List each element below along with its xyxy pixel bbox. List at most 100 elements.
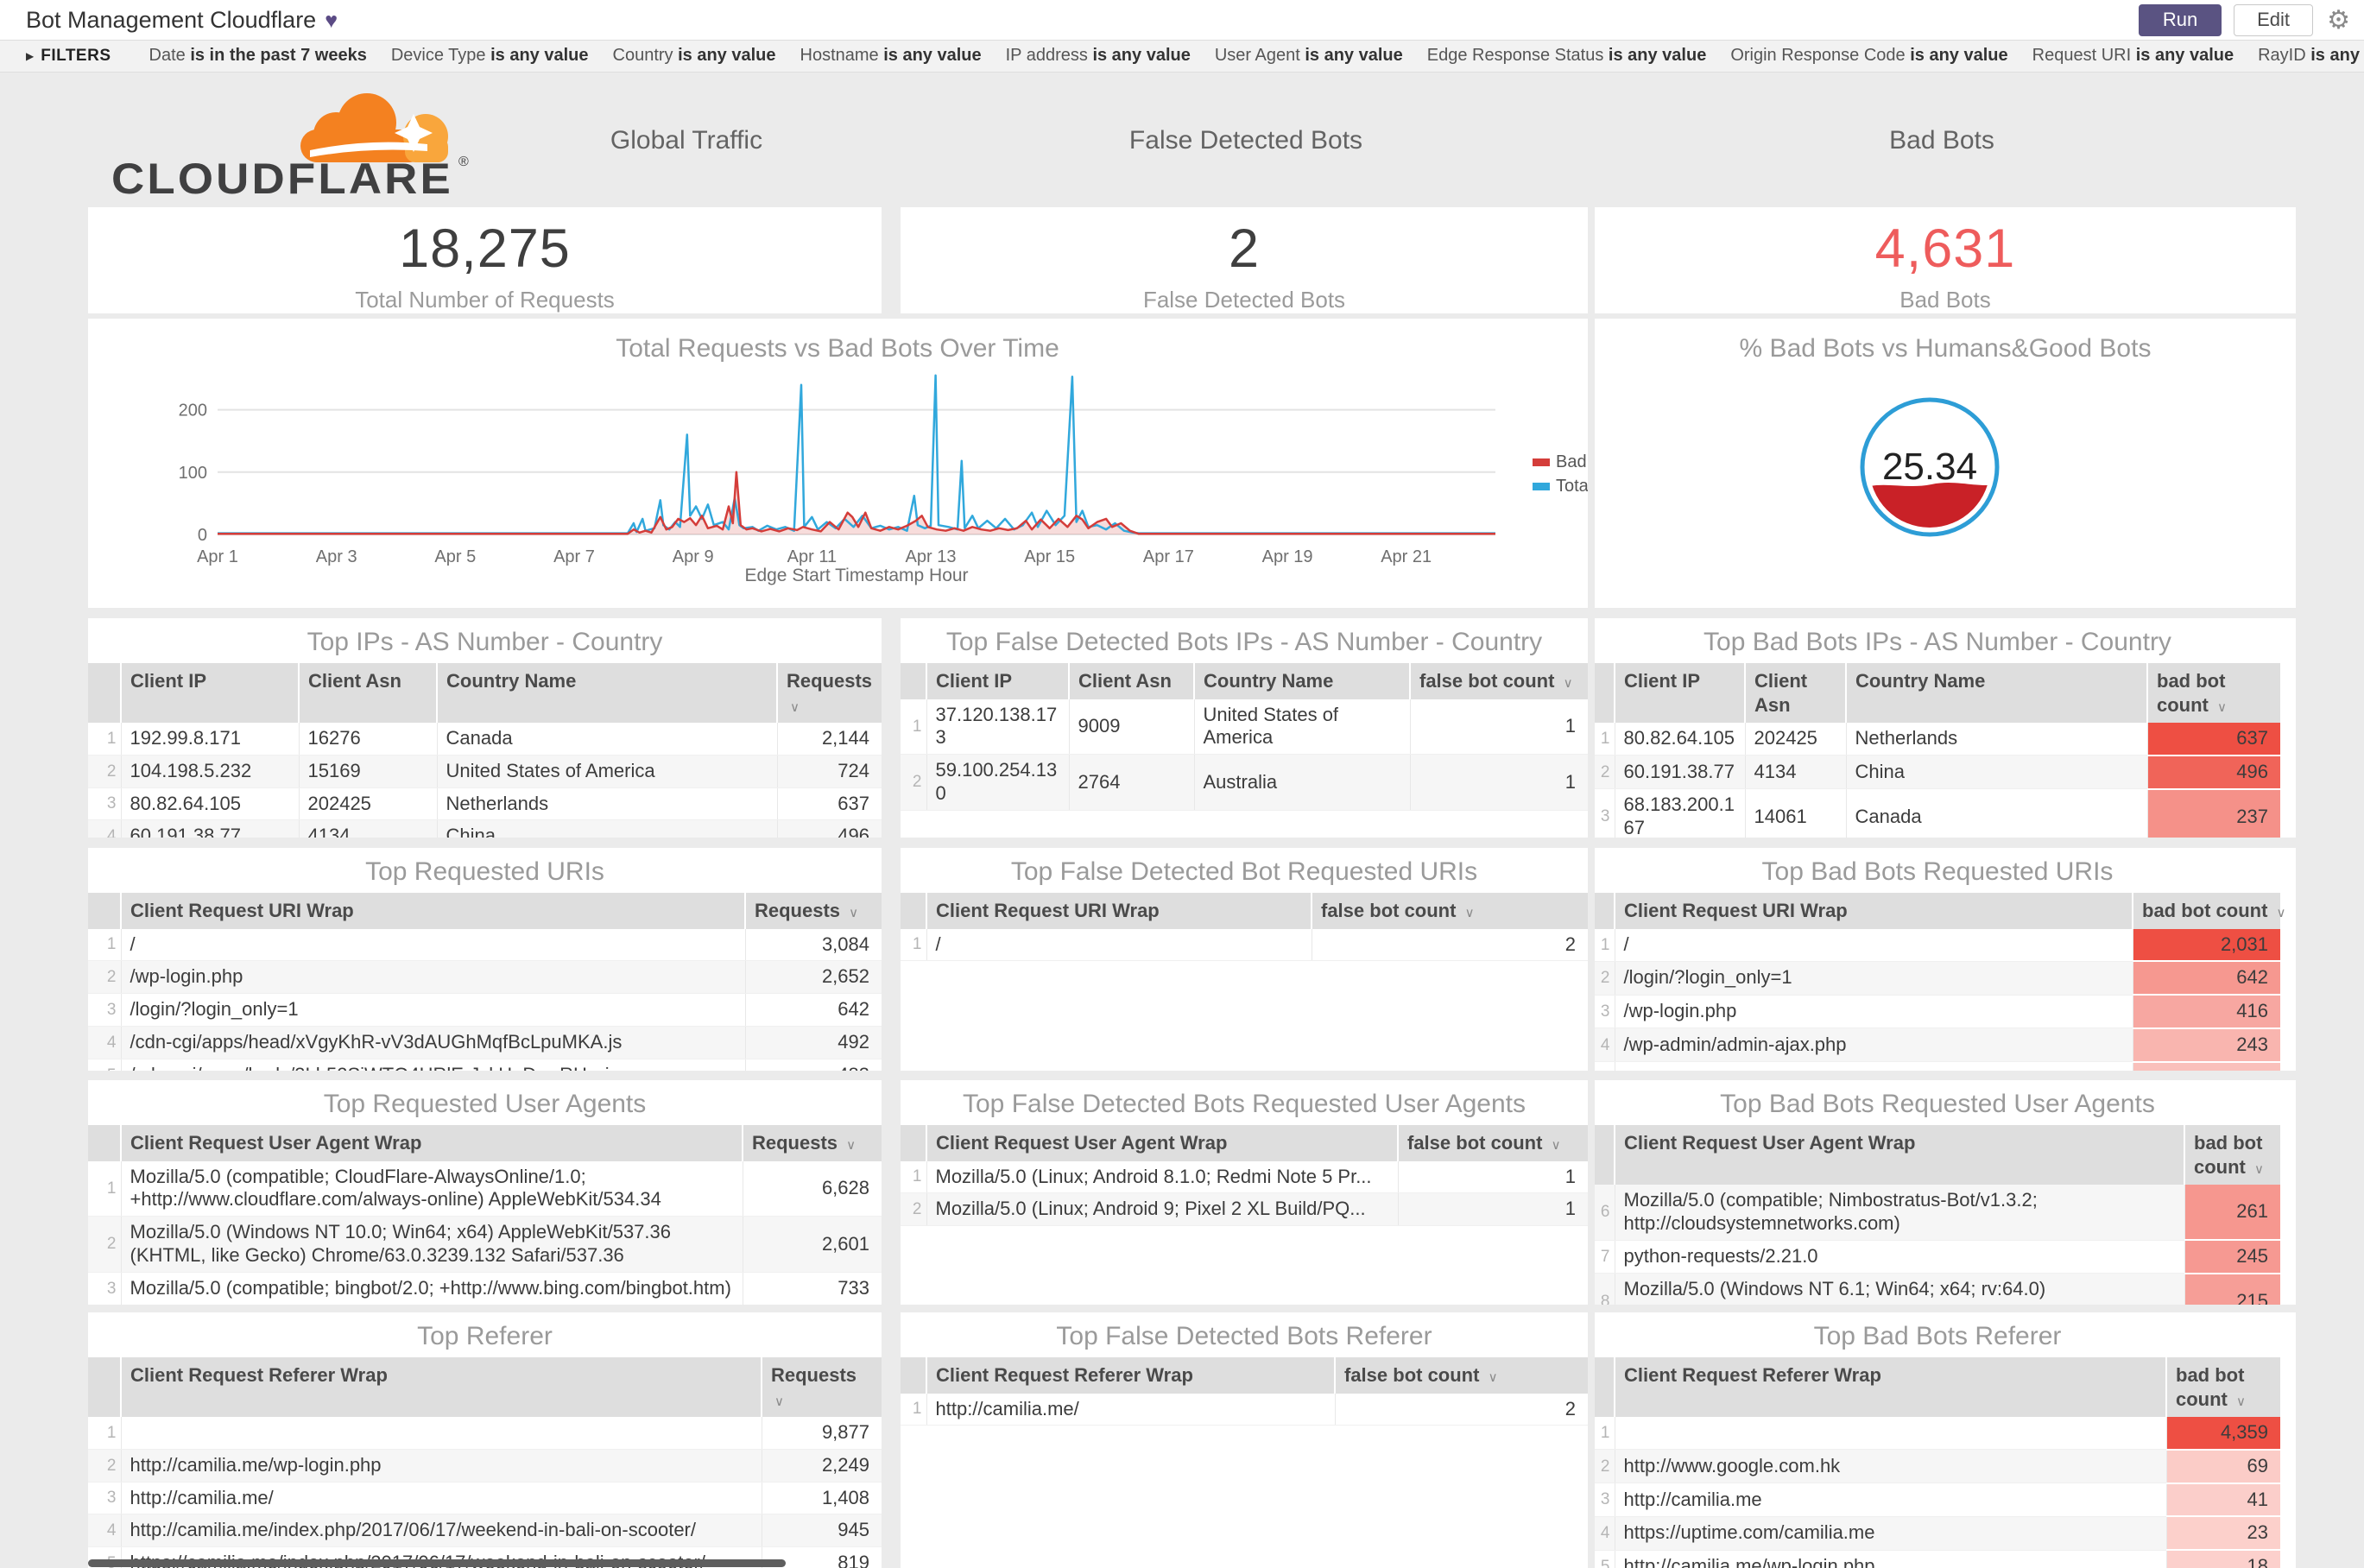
column-header[interactable]: bad bot count ∨	[2146, 663, 2280, 723]
sort-desc-icon[interactable]: ∨	[849, 906, 858, 920]
row-number: 1	[88, 1160, 121, 1217]
run-button[interactable]: Run	[2139, 3, 2222, 36]
column-header[interactable]: Client Request URI Wrap	[1614, 893, 2133, 929]
table-row: 4/cdn-cgi/apps/head/xVgyKhR-vV3dAUGhMqfB…	[88, 1026, 882, 1059]
table-cell: /wp-login.php	[1614, 995, 2133, 1029]
table-cell: 1,408	[761, 1482, 882, 1515]
y-tick-label: 100	[179, 464, 207, 483]
section-title-bad-bots: Bad Bots	[1889, 126, 1994, 155]
kpi-value: 18,275	[399, 218, 571, 279]
timeseries-chart-canvas: Total Requests vs Bad Bots Over Time 0 100…	[179, 334, 1588, 585]
data-table: Client Request Referer Wrap Requests ∨ 1 9,…	[88, 1357, 882, 1568]
horizontal-scrollbar[interactable]	[88, 1559, 786, 1567]
column-header[interactable]: Country Name	[1845, 663, 2147, 723]
column-header[interactable]: Client Asn	[1068, 663, 1194, 699]
table-cell: Mozilla/5.0 (Windows NT 10.0; Win64; x64…	[120, 1216, 743, 1273]
row-number: 3	[88, 1482, 121, 1515]
data-table: Client Request Referer Wrap false bot cou…	[901, 1357, 1588, 1426]
column-header[interactable]: Client Request Referer Wrap	[1614, 1357, 2166, 1417]
column-header[interactable]: Requests ∨	[742, 1125, 882, 1161]
column-header[interactable]: bad bot count ∨	[2132, 893, 2286, 929]
column-header[interactable]: bad bot count ∨	[2184, 1125, 2280, 1185]
row-number: 3	[88, 993, 121, 1027]
filters-label[interactable]: FILTERS	[41, 47, 111, 66]
column-header[interactable]: Client Request User Agent Wrap	[120, 1125, 743, 1161]
filter-chip[interactable]: IP address is any value	[1006, 46, 1191, 66]
x-tick-label: Apr 9	[673, 547, 714, 566]
sort-desc-icon[interactable]: ∨	[2277, 906, 2286, 920]
row-number: 4	[88, 1026, 121, 1059]
table-cell: 2764	[1068, 754, 1194, 811]
table-cell: http://camilia.me/	[120, 1482, 762, 1515]
column-header[interactable]: false bot count ∨	[1334, 1357, 1588, 1394]
table-title: Top Bad Bots Requested User Agents	[1720, 1090, 2155, 1118]
column-header[interactable]: Requests ∨	[744, 893, 882, 929]
column-header[interactable]: Client Request User Agent Wrap	[926, 1125, 1398, 1161]
table-cell: 733	[742, 1272, 882, 1305]
edit-button[interactable]: Edit	[2234, 3, 2314, 36]
sort-desc-icon[interactable]: ∨	[1552, 1138, 1561, 1153]
column-header[interactable]: Client IP	[120, 663, 299, 723]
filter-chip[interactable]: Edge Response Status is any value	[1427, 46, 1707, 66]
sort-desc-icon[interactable]: ∨	[2254, 1162, 2264, 1177]
filter-chip[interactable]: Device Type is any value	[391, 46, 589, 66]
table-cell: 724	[776, 755, 882, 788]
table-row: 2/wp-login.php 2,652	[88, 960, 882, 995]
sort-desc-icon[interactable]: ∨	[1564, 676, 1573, 691]
filter-chip[interactable]: RayID is any value	[2258, 46, 2364, 66]
filter-chip[interactable]: Request URI is any value	[2032, 46, 2234, 66]
column-header[interactable]: false bot count ∨	[1409, 663, 1588, 699]
column-header[interactable]: Client Asn	[298, 663, 437, 723]
column-header[interactable]: Country Name	[1193, 663, 1410, 699]
row-number: 4	[88, 819, 121, 838]
sort-desc-icon[interactable]: ∨	[1465, 906, 1475, 920]
column-header[interactable]: bad bot count ∨	[2165, 1357, 2280, 1417]
column-header[interactable]: Client Request URI Wrap	[120, 893, 745, 929]
column-header[interactable]: false bot count ∨	[1311, 893, 1588, 929]
table-cell: 237	[2146, 788, 2280, 838]
column-header[interactable]: Client Asn	[1744, 663, 1846, 723]
table-top-false-bot-uris: Top False Detected Bot Requested URIs Cli…	[901, 848, 1588, 1071]
table-cell: 68.183.200.167	[1614, 788, 1745, 838]
filters-expand-icon[interactable]: ▶	[26, 50, 34, 62]
data-table: Client IP Client Asn Country Name bad bot c…	[1595, 663, 2280, 838]
column-header[interactable]: Client Request URI Wrap	[926, 893, 1312, 929]
sort-desc-icon[interactable]: ∨	[2236, 1394, 2246, 1409]
table-row: 5/cdn-cgi/apps/body/3Lh52SjWTQ4HRlErJykH…	[88, 1059, 882, 1071]
filter-chip[interactable]: User Agent is any value	[1215, 46, 1403, 66]
column-header[interactable]: false bot count ∨	[1397, 1125, 1588, 1161]
column-header[interactable]: Client Request Referer Wrap	[926, 1357, 1335, 1394]
legend-swatch	[1533, 458, 1550, 466]
gear-icon[interactable]: ⚙	[2327, 5, 2350, 35]
table-row: 1/3,084	[88, 928, 882, 962]
table-cell: 3,084	[744, 928, 882, 962]
column-header[interactable]: Country Name	[436, 663, 777, 723]
logo-registered-mark: ®	[458, 155, 469, 169]
sort-desc-icon[interactable]: ∨	[790, 700, 800, 715]
filter-chip[interactable]: Date is in the past 7 weeks	[149, 46, 367, 66]
column-header[interactable]: Client IP	[926, 663, 1069, 699]
column-header[interactable]: Client IP	[1614, 663, 1745, 723]
filter-chip[interactable]: Origin Response Code is any value	[1730, 46, 2007, 66]
x-tick-label: Apr 7	[553, 547, 595, 566]
sort-desc-icon[interactable]: ∨	[1489, 1370, 1498, 1385]
table-cell: 2,601	[742, 1216, 882, 1273]
table-top-bad-bot-uris: Top Bad Bots Requested URIs Client Reques…	[1595, 848, 2296, 1071]
row-number: 1	[901, 1160, 926, 1194]
column-header[interactable]: Requests ∨	[761, 1357, 882, 1417]
table-cell: http://camilia.me/	[926, 1393, 1335, 1426]
table-cell: Mozilla/5.0 (compatible; bingbot/2.0; +h…	[120, 1272, 743, 1305]
gauge-bad-bots-percent: % Bad Bots vs Humans&Good Bots 25.34	[1595, 319, 2296, 608]
sort-desc-icon[interactable]: ∨	[846, 1138, 856, 1153]
filter-chip[interactable]: Hostname is any value	[800, 46, 982, 66]
filter-chip[interactable]: Country is any value	[613, 46, 776, 66]
legend-label: Bad Bots	[1556, 452, 1588, 471]
sort-desc-icon[interactable]: ∨	[774, 1394, 784, 1409]
column-header[interactable]: Requests ∨	[776, 663, 882, 723]
column-header[interactable]: Client Request User Agent Wrap	[1614, 1125, 2184, 1185]
sort-desc-icon[interactable]: ∨	[2217, 700, 2227, 715]
table-cell: China	[436, 819, 777, 838]
column-header[interactable]: Client Request Referer Wrap	[120, 1357, 762, 1417]
table-cell: 1	[1397, 1192, 1588, 1227]
x-tick-label: Apr 19	[1262, 547, 1313, 566]
